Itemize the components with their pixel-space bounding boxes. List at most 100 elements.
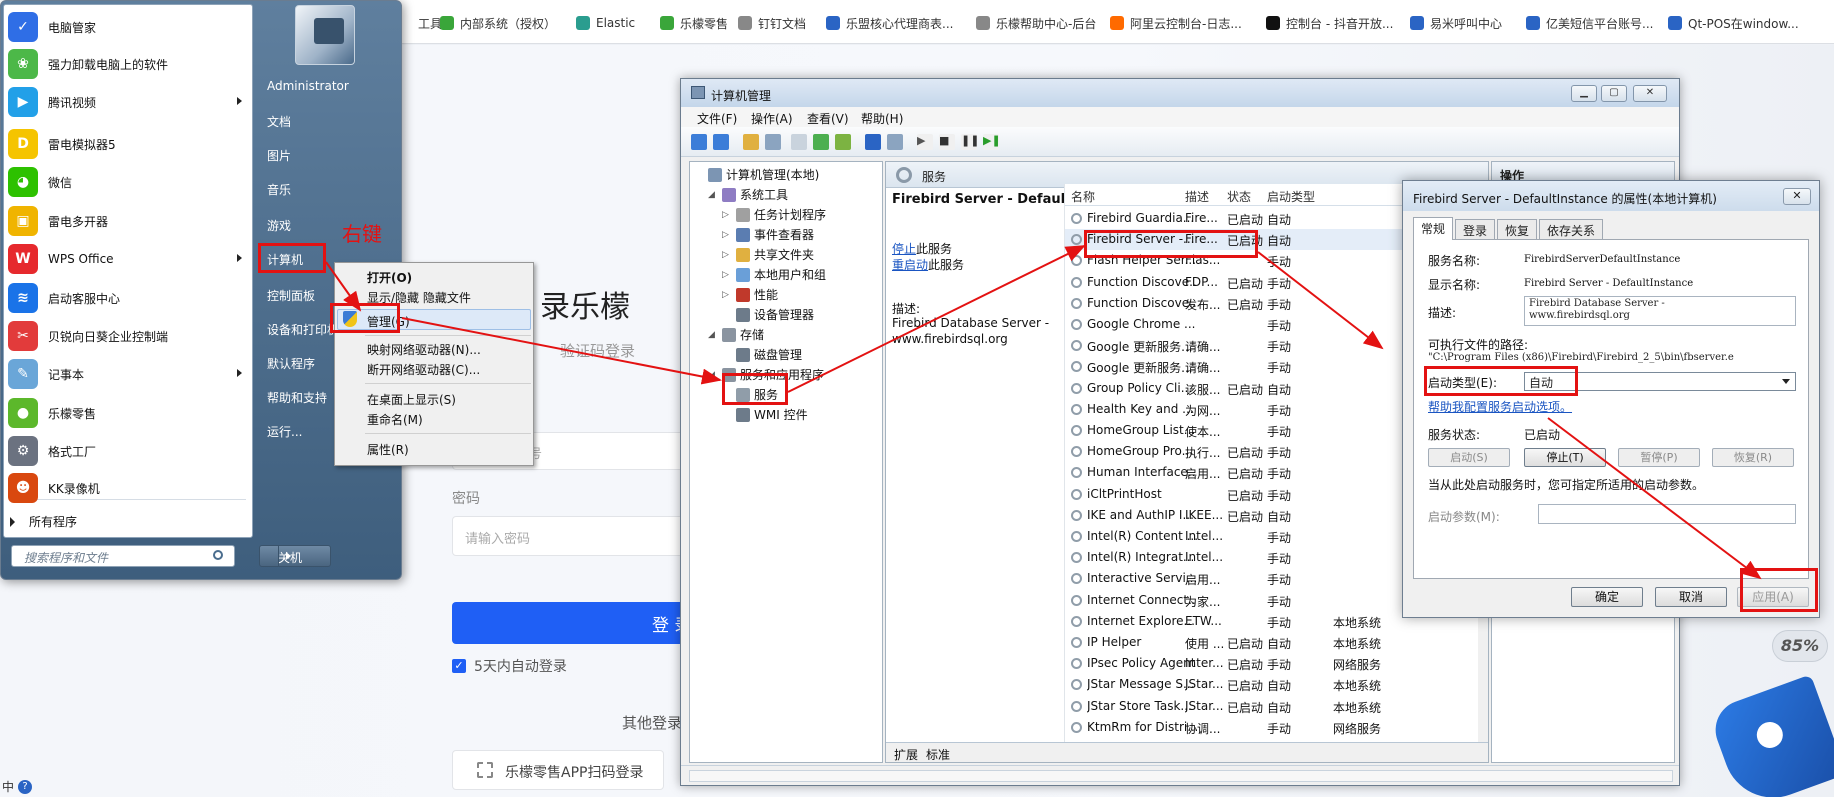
- qr-login-button[interactable]: 乐檬零售APP扫码登录: [452, 750, 664, 790]
- maximize-button[interactable]: ▢: [1601, 85, 1627, 102]
- all-programs-item[interactable]: 所有程序: [10, 513, 77, 530]
- tab-extended[interactable]: 扩展: [894, 746, 918, 762]
- resume-button[interactable]: 恢复(R): [1712, 448, 1794, 467]
- help-icon[interactable]: [865, 134, 881, 150]
- ctx-open[interactable]: 打开(O): [367, 269, 412, 286]
- help-icon[interactable]: ?: [18, 779, 33, 794]
- play-icon[interactable]: ▶: [917, 134, 933, 150]
- service-row[interactable]: KtmRm for Distri... 协调... 手动 网络服务: [1065, 717, 1485, 738]
- start-right-item[interactable]: 默认程序: [267, 355, 315, 372]
- ime-indicator[interactable]: 中: [2, 778, 14, 795]
- forward-icon[interactable]: [713, 134, 729, 150]
- tree-expander-icon[interactable]: ▷: [722, 210, 732, 220]
- bookmark-item[interactable]: 乐盟核心代理商表...: [826, 15, 953, 31]
- search-icon[interactable]: [213, 550, 223, 560]
- bookmark-item[interactable]: 亿美短信平台账号...: [1526, 15, 1653, 31]
- login-button[interactable]: 登 录: [452, 602, 692, 644]
- export-icon[interactable]: [835, 134, 851, 150]
- start-right-item[interactable]: 设备和打印机: [267, 321, 339, 338]
- minimize-button[interactable]: ▁: [1571, 85, 1597, 102]
- password-input[interactable]: 请输入密码: [452, 516, 692, 556]
- menu-file[interactable]: 文件(F): [697, 110, 737, 127]
- program-item[interactable]: ◕ 微信: [4, 165, 252, 199]
- bookmark-item[interactable]: 易米呼叫中心: [1410, 15, 1502, 31]
- bookmark-item[interactable]: 乐檬零售: [660, 15, 728, 31]
- service-row[interactable]: JStar Message S... JStar... 已启动 自动 本地系统: [1065, 674, 1485, 695]
- verification-login-tab[interactable]: 验证码登录: [560, 340, 635, 361]
- tree-expander-icon[interactable]: ▷: [722, 270, 732, 280]
- start-right-item[interactable]: 控制面板: [267, 287, 315, 304]
- tree-node[interactable]: ◢ 系统工具: [708, 186, 788, 203]
- tree-node[interactable]: ▷ 事件查看器: [722, 226, 814, 243]
- shutdown-options-arrow-icon[interactable]: [278, 546, 298, 566]
- user-avatar[interactable]: [295, 5, 355, 65]
- restart-icon[interactable]: ▶❚: [983, 134, 1001, 150]
- tab-standard[interactable]: 标准: [926, 746, 950, 762]
- ctx-properties[interactable]: 属性(R): [367, 441, 409, 458]
- bookmark-item[interactable]: 乐檬帮助中心-后台: [976, 15, 1096, 31]
- tree-expander-icon[interactable]: ▷: [722, 290, 732, 300]
- stop-icon[interactable]: ■: [939, 134, 955, 150]
- view-icon[interactable]: [887, 134, 903, 150]
- start-right-item[interactable]: 游戏: [267, 217, 291, 234]
- tab-logon[interactable]: 登录: [1455, 219, 1496, 239]
- service-row[interactable]: IP Helper 使用 ... 已启动 自动 本地系统: [1065, 632, 1485, 653]
- tree-node[interactable]: ▷ 本地用户和组: [722, 266, 826, 283]
- start-right-item[interactable]: 音乐: [267, 181, 291, 198]
- tree-node[interactable]: ▷ 性能: [722, 286, 778, 303]
- close-button[interactable]: ✕: [1633, 85, 1667, 102]
- bookmark-item[interactable]: 工具: [398, 15, 442, 31]
- column-startup-type[interactable]: 启动类型: [1267, 188, 1315, 205]
- cancel-button[interactable]: 取消: [1655, 587, 1727, 607]
- bookmark-item[interactable]: 内部系统（授权）: [440, 15, 556, 31]
- tab-dependencies[interactable]: 依存关系: [1539, 219, 1604, 239]
- start-params-input[interactable]: [1538, 504, 1796, 524]
- refresh-icon[interactable]: [813, 134, 829, 150]
- program-item[interactable]: ⚙ 格式工厂: [4, 434, 252, 468]
- description-textbox[interactable]: Firebird Database Server - www.firebirds…: [1524, 296, 1796, 326]
- help-configure-link[interactable]: 帮助我配置服务启动选项。: [1428, 398, 1572, 415]
- tree-node[interactable]: 磁盘管理: [722, 346, 802, 363]
- back-icon[interactable]: [691, 134, 707, 150]
- bookmark-item[interactable]: 阿里云控制台-日志...: [1110, 15, 1242, 31]
- tree-node[interactable]: ▷ 任务计划程序: [722, 206, 826, 223]
- tree-expander-icon[interactable]: ◢: [708, 330, 718, 340]
- start-right-item[interactable]: 帮助和支持: [267, 389, 327, 406]
- ctx-show-desktop[interactable]: 在桌面上显示(S): [367, 391, 456, 408]
- program-item[interactable]: ❀ 强力卸载电脑上的软件: [4, 47, 252, 81]
- stop-service-link[interactable]: 停止: [892, 242, 916, 256]
- up-folder-icon[interactable]: [743, 134, 759, 150]
- start-right-item[interactable]: 运行...: [267, 423, 302, 440]
- shutdown-button[interactable]: 关机: [259, 545, 331, 567]
- program-item[interactable]: ✓ 电脑管家: [4, 10, 252, 44]
- program-item[interactable]: ● 乐檬零售: [4, 396, 252, 430]
- menu-action[interactable]: 操作(A): [751, 110, 793, 127]
- tree-node[interactable]: ◢ 存储: [708, 326, 764, 343]
- menu-help[interactable]: 帮助(H): [861, 110, 903, 127]
- bookmark-item[interactable]: Qt-POS在window...: [1668, 15, 1799, 31]
- start-right-item[interactable]: 图片: [267, 147, 291, 164]
- tree-expander-icon[interactable]: ◢: [708, 190, 718, 200]
- bookmark-item[interactable]: 钉钉文档: [738, 15, 806, 31]
- service-row[interactable]: IPsec Policy Agent Inter... 已启动 手动 网络服务: [1065, 653, 1485, 674]
- start-right-item[interactable]: Administrator: [267, 79, 349, 93]
- tree-expander-icon[interactable]: ▷: [722, 250, 732, 260]
- properties-icon[interactable]: [791, 134, 807, 150]
- tab-general[interactable]: 常规: [1413, 217, 1454, 240]
- ctx-map-drive[interactable]: 映射网络驱动器(N)...: [367, 341, 481, 358]
- tree-node[interactable]: 计算机管理(本地): [694, 166, 819, 183]
- auto-login-checkbox[interactable]: ✓ 5天内自动登录: [452, 656, 567, 676]
- tab-recovery[interactable]: 恢复: [1497, 219, 1538, 239]
- stop-button[interactable]: 停止(T): [1524, 448, 1606, 467]
- start-search-input[interactable]: 搜索程序和文件: [11, 545, 235, 567]
- tree-node[interactable]: 设备管理器: [722, 306, 814, 323]
- ok-button[interactable]: 确定: [1571, 587, 1643, 607]
- program-item[interactable]: ✂ 贝锐向日葵企业控制端: [4, 319, 252, 353]
- show-tree-icon[interactable]: [765, 134, 781, 150]
- pause-button[interactable]: 暂停(P): [1618, 448, 1700, 467]
- dialog-close-button[interactable]: ✕: [1783, 188, 1811, 205]
- tree-node[interactable]: WMI 控件: [722, 406, 808, 423]
- bookmark-item[interactable]: Elastic: [576, 15, 635, 31]
- program-item[interactable]: ✎ 记事本: [4, 357, 252, 391]
- tree-expander-icon[interactable]: ▷: [722, 230, 732, 240]
